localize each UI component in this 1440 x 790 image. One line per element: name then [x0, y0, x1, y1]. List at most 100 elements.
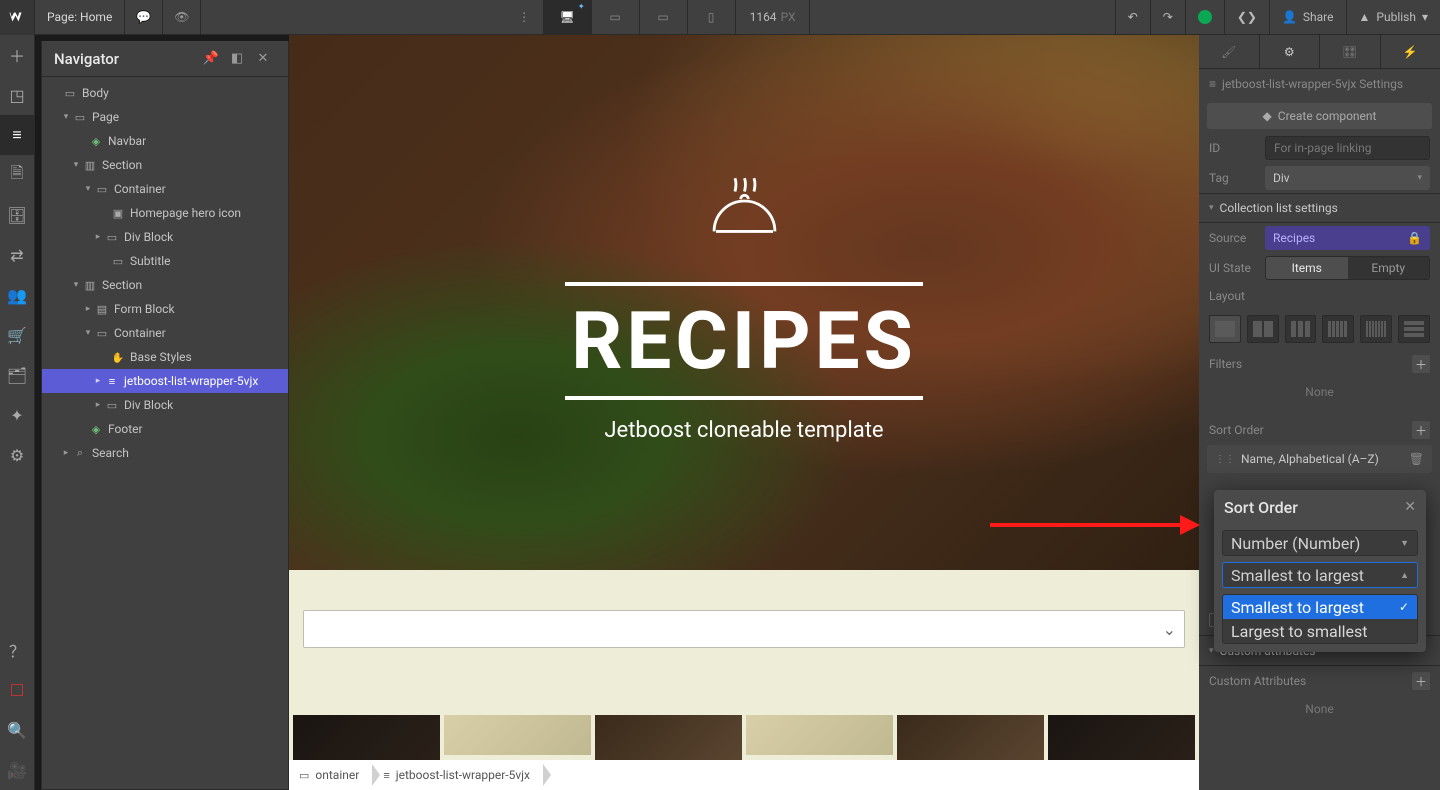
dock-icon[interactable]: ◧ — [224, 46, 250, 72]
drag-handle-icon[interactable]: ⋮⋮ — [1215, 454, 1235, 465]
add-sort-button[interactable]: ＋ — [1412, 421, 1430, 439]
uistate-segment[interactable]: ItemsEmpty — [1265, 256, 1430, 280]
tree-row-navbar[interactable]: Navbar — [42, 129, 288, 153]
users-icon[interactable]: 👥 — [0, 275, 35, 315]
crumb-container[interactable]: ▭ontainer — [289, 762, 373, 788]
canvas-size[interactable]: 1164 PX — [736, 0, 811, 35]
filter-row: ⌄ — [289, 570, 1199, 648]
tree-row-div[interactable]: ▸Div Block — [42, 393, 288, 417]
tree-row-subtitle[interactable]: Subtitle — [42, 249, 288, 273]
logic-icon[interactable]: ⇄ — [0, 235, 35, 275]
close-icon[interactable]: ✕ — [1404, 499, 1416, 515]
sort-order-label: Sort Order — [1209, 423, 1264, 437]
settings-icon[interactable]: ⚙ — [0, 435, 35, 475]
help-icon[interactable]: ？ — [0, 630, 35, 670]
crumb-jetboost[interactable]: ≡jetboost-list-wrapper-5vjx — [373, 762, 544, 788]
container-icon: ▭ — [299, 769, 309, 782]
thumb-item[interactable] — [293, 715, 440, 760]
share-button[interactable]: 👤 Share — [1269, 0, 1346, 35]
breakpoint-mobile-icon[interactable]: ▯ — [688, 0, 736, 35]
sort-field-select[interactable]: Number (Number)▼ — [1222, 530, 1418, 556]
apps-icon[interactable]: ✦ — [0, 395, 35, 435]
layout-6col[interactable] — [1360, 315, 1392, 343]
id-label: ID — [1209, 141, 1257, 155]
tree-row-form[interactable]: ▸Form Block — [42, 297, 288, 321]
layout-1col[interactable] — [1209, 315, 1241, 343]
panel-tabs: 🖌 ⚙ 🎛 ⚡ — [1199, 35, 1440, 69]
tree-row-section[interactable]: ▾Section — [42, 153, 288, 177]
uistate-empty[interactable]: Empty — [1348, 257, 1430, 279]
status-indicator[interactable] — [1185, 0, 1224, 35]
tree-row-container[interactable]: ▾Container — [42, 321, 288, 345]
layout-4col[interactable] — [1322, 315, 1354, 343]
tree-row-hero-icon[interactable]: Homepage hero icon — [42, 201, 288, 225]
add-filter-button[interactable]: ＋ — [1412, 355, 1430, 373]
pin-icon[interactable]: 📌 — [198, 46, 224, 72]
undo-icon[interactable]: ↶ — [1115, 0, 1150, 35]
close-icon[interactable]: ✕ — [250, 46, 276, 72]
more-icon[interactable]: ⋮ — [506, 0, 544, 35]
comments-icon[interactable]: 💬 — [125, 0, 163, 35]
thumb-item[interactable] — [897, 715, 1044, 760]
breakpoint-mobile-landscape-icon[interactable]: ▭ — [640, 0, 688, 35]
publish-button[interactable]: ▲ Publish ▾ — [1346, 0, 1440, 35]
delete-icon[interactable]: 🗑 — [1409, 452, 1424, 466]
cms-icon[interactable]: 🗄 — [0, 195, 35, 235]
symbols-icon[interactable]: ◳ — [0, 75, 35, 115]
tree-row-page[interactable]: ▾Page — [42, 105, 288, 129]
tab-interactions-icon[interactable]: ⚡ — [1381, 35, 1440, 68]
tree-row-footer[interactable]: Footer — [42, 417, 288, 441]
chevron-down-icon: ▼ — [1400, 538, 1409, 549]
filters-empty: None — [1199, 379, 1440, 405]
thumb-item[interactable] — [1048, 715, 1195, 760]
thumb-item[interactable] — [595, 715, 742, 760]
design-canvas: RECIPES Jetboost cloneable template ⌄ ▭o… — [289, 35, 1199, 790]
uistate-items[interactable]: Items — [1266, 257, 1348, 279]
lock-icon: 🔒 — [1407, 231, 1422, 245]
tag-select[interactable]: Div▾ — [1265, 166, 1430, 190]
tree-row-jetboost[interactable]: ▸jetboost-list-wrapper-5vjx — [42, 369, 288, 393]
tab-style-icon[interactable]: 🖌 — [1199, 35, 1260, 68]
add-element-icon[interactable]: ＋ — [0, 35, 35, 75]
page-name: Home — [80, 10, 112, 24]
ecommerce-icon[interactable]: 🛒 — [0, 315, 35, 355]
tree-row-container[interactable]: ▾Container — [42, 177, 288, 201]
hero-section[interactable]: RECIPES Jetboost cloneable template — [289, 35, 1199, 570]
source-select[interactable]: Recipes🔒 — [1265, 226, 1430, 250]
video-icon[interactable]: 🎥 — [0, 750, 35, 790]
filter-select[interactable]: ⌄ — [303, 610, 1185, 648]
tab-style-manager-icon[interactable]: 🎛 — [1320, 35, 1381, 68]
sort-option-smallest[interactable]: Smallest to largest✓ — [1223, 595, 1417, 619]
tree-row-div[interactable]: ▸Div Block — [42, 225, 288, 249]
sort-direction-select[interactable]: Smallest to largest▲ — [1222, 562, 1418, 588]
breakpoint-tablet-icon[interactable]: ▭ — [592, 0, 640, 35]
tree-row-body[interactable]: Body — [42, 81, 288, 105]
export-code-icon[interactable]: ❮❯ — [1224, 0, 1269, 35]
collection-settings-header[interactable]: ▾Collection list settings — [1199, 193, 1440, 223]
webflow-logo-icon[interactable] — [0, 0, 35, 35]
pages-icon[interactable]: 🗎 — [0, 155, 35, 195]
redo-icon[interactable]: ↷ — [1150, 0, 1185, 35]
tree-row-search[interactable]: ▸Search — [42, 441, 288, 465]
assets-icon[interactable]: 🗂 — [0, 355, 35, 395]
preview-icon[interactable]: 👁 — [163, 0, 201, 35]
sort-item[interactable]: ⋮⋮Name, Alphabetical (A–Z)🗑 — [1207, 445, 1432, 473]
search-icon[interactable]: 🔍 — [0, 710, 35, 750]
create-component-button[interactable]: ◆Create component — [1207, 103, 1432, 129]
tree-row-section[interactable]: ▾Section — [42, 273, 288, 297]
add-attribute-button[interactable]: ＋ — [1412, 672, 1430, 690]
breakpoint-desktop-icon[interactable]: 🖥 — [544, 0, 592, 35]
sort-option-largest[interactable]: Largest to smallest — [1223, 619, 1417, 643]
id-input[interactable]: For in-page linking — [1265, 136, 1430, 160]
thumb-item[interactable] — [444, 715, 591, 755]
navigator-icon[interactable]: ≡ — [0, 115, 35, 155]
layout-list[interactable] — [1398, 315, 1430, 343]
thumb-item[interactable] — [746, 715, 893, 755]
tree-row-base-styles[interactable]: Base Styles — [42, 345, 288, 369]
audit-icon[interactable] — [0, 670, 35, 710]
tab-settings-icon[interactable]: ⚙ — [1260, 35, 1321, 68]
page-selector[interactable]: Page: Home — [35, 0, 125, 34]
layout-2col[interactable] — [1247, 315, 1279, 343]
collection-icon: ≡ — [1209, 77, 1216, 91]
layout-3col[interactable] — [1285, 315, 1317, 343]
